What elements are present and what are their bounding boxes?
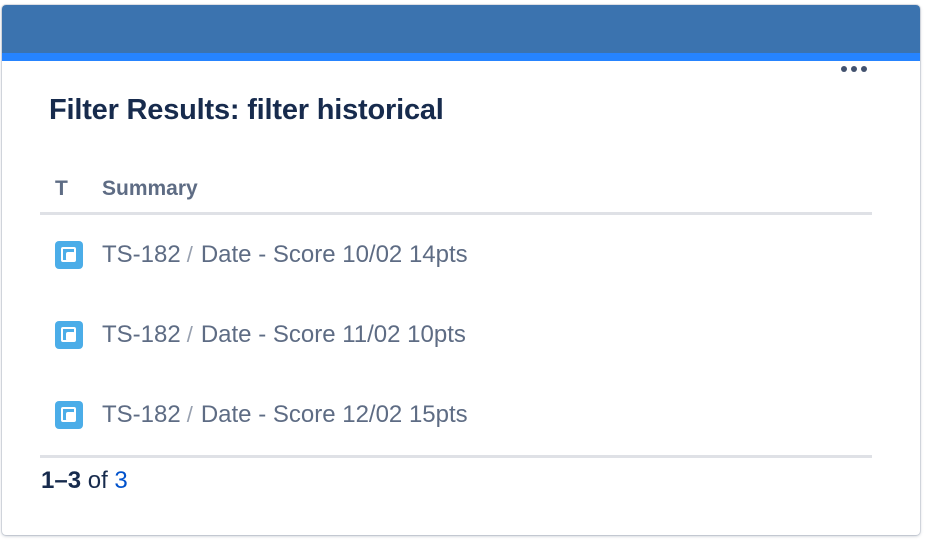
issue-key-link[interactable]: TS-182 bbox=[102, 321, 181, 348]
issue-key-link[interactable]: TS-182 bbox=[102, 241, 181, 268]
column-header-type[interactable]: T bbox=[40, 165, 102, 215]
gadget-header-accent bbox=[2, 53, 920, 61]
key-separator: / bbox=[186, 322, 193, 347]
issue-summary-link[interactable]: Date - Score 11/02 10pts bbox=[201, 321, 466, 348]
gadget-header bbox=[2, 5, 920, 53]
subtask-icon bbox=[55, 321, 83, 350]
pagination-of: of bbox=[87, 467, 108, 494]
more-horizontal-icon bbox=[861, 66, 867, 72]
issue-summary-link[interactable]: Date - Score 10/02 14pts bbox=[201, 241, 468, 268]
table-row: TS-182/ Date - Score 11/02 10pts bbox=[40, 295, 872, 375]
issue-table: T Summary TS-182/Date - Score 10/02 14pt… bbox=[40, 165, 872, 458]
pagination-summary: 1–3 of 3 bbox=[41, 467, 128, 495]
pagination-range: 1–3 bbox=[41, 467, 82, 494]
gadget-title: Filter Results: filter historical bbox=[49, 94, 444, 126]
issue-key-link[interactable]: TS-182 bbox=[102, 401, 181, 428]
subtask-icon bbox=[55, 241, 83, 270]
column-header-summary[interactable]: Summary bbox=[102, 165, 872, 215]
more-horizontal-icon bbox=[841, 66, 847, 72]
table-row: TS-182/ Date - Score 12/02 15pts bbox=[40, 375, 872, 458]
table-header-row: T Summary bbox=[40, 165, 872, 215]
key-separator: / bbox=[186, 242, 193, 267]
more-options-button[interactable] bbox=[834, 58, 874, 80]
subtask-icon bbox=[55, 401, 83, 430]
more-horizontal-icon bbox=[851, 66, 857, 72]
key-separator: / bbox=[186, 402, 193, 427]
pagination-total-link[interactable]: 3 bbox=[114, 467, 127, 494]
issue-summary-link[interactable]: Date - Score 12/02 15pts bbox=[201, 401, 468, 428]
table-row: TS-182/ Date - Score 10/02 14pts bbox=[40, 214, 872, 296]
